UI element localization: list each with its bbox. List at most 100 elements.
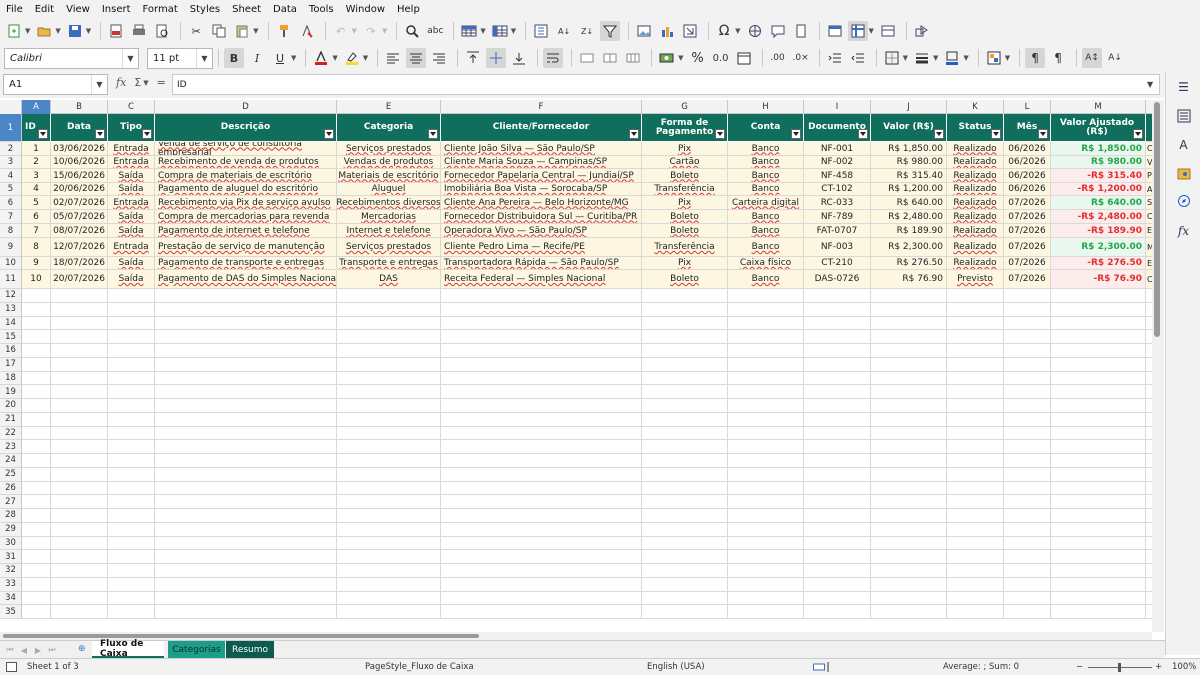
table-cell-data[interactable]: 20/07/2026 bbox=[51, 270, 108, 289]
table-cell-status[interactable]: Realizado bbox=[947, 183, 1004, 196]
table-cell-forma[interactable]: Boleto bbox=[642, 270, 728, 289]
empty-cell[interactable] bbox=[155, 371, 337, 386]
empty-cell[interactable] bbox=[441, 412, 642, 427]
table-cell-valor[interactable]: R$ 315.40 bbox=[871, 169, 947, 183]
empty-cell[interactable] bbox=[871, 481, 947, 496]
empty-cell[interactable] bbox=[51, 385, 108, 399]
table-cell-categoria[interactable]: Aluguel bbox=[337, 183, 441, 196]
empty-cell[interactable] bbox=[51, 481, 108, 496]
empty-cell[interactable] bbox=[947, 564, 1004, 578]
zoom-level[interactable]: 100% bbox=[1172, 662, 1196, 672]
empty-cell[interactable] bbox=[947, 577, 1004, 592]
empty-cell[interactable] bbox=[947, 536, 1004, 551]
empty-cell[interactable] bbox=[1004, 399, 1051, 413]
empty-cell[interactable] bbox=[728, 536, 804, 551]
empty-cell[interactable] bbox=[871, 522, 947, 537]
table-cell-descricao[interactable]: Compra de mercadorias para revenda bbox=[155, 210, 337, 224]
row-header[interactable]: 10 bbox=[0, 257, 22, 270]
print-preview-icon[interactable] bbox=[152, 21, 172, 41]
empty-cell[interactable] bbox=[642, 357, 728, 372]
sort-ascending-icon[interactable]: A↓ bbox=[554, 21, 574, 41]
empty-cell[interactable] bbox=[642, 302, 728, 317]
empty-cell[interactable] bbox=[947, 495, 1004, 509]
number-format-icon[interactable]: 0.0 bbox=[711, 48, 731, 68]
table-cell-status[interactable]: Realizado bbox=[947, 156, 1004, 169]
autofilter-button-icon[interactable] bbox=[428, 129, 438, 139]
row-header[interactable]: 25 bbox=[0, 467, 22, 482]
menu-window[interactable]: Window bbox=[346, 4, 385, 15]
empty-cell[interactable] bbox=[1051, 357, 1146, 372]
empty-cell[interactable] bbox=[947, 302, 1004, 317]
table-cell-tipo[interactable]: Saída bbox=[108, 210, 155, 224]
empty-cell[interactable] bbox=[642, 289, 728, 303]
empty-cell[interactable] bbox=[337, 550, 441, 564]
row-header[interactable]: 32 bbox=[0, 564, 22, 578]
column-header-j[interactable]: J bbox=[871, 100, 947, 114]
table-cell-documento[interactable]: CT-210 bbox=[804, 257, 871, 270]
row-header[interactable]: 35 bbox=[0, 605, 22, 619]
table-cell-status[interactable]: Realizado bbox=[947, 210, 1004, 224]
row-header[interactable]: 20 bbox=[0, 399, 22, 413]
row-header[interactable]: 15 bbox=[0, 330, 22, 344]
empty-cell[interactable] bbox=[337, 605, 441, 619]
table-cell-tipo[interactable]: Entrada bbox=[108, 238, 155, 257]
empty-cell[interactable] bbox=[947, 399, 1004, 413]
select-all-corner[interactable] bbox=[0, 100, 22, 114]
currency-dropdown-icon[interactable]: ▼ bbox=[678, 54, 683, 62]
sort-descending-icon[interactable]: Z↓ bbox=[577, 21, 597, 41]
table-cell-id[interactable]: 3 bbox=[22, 169, 51, 183]
align-center-icon[interactable] bbox=[406, 48, 427, 68]
empty-cell[interactable] bbox=[108, 330, 155, 344]
table-cell-mes[interactable]: 07/2026 bbox=[1004, 196, 1051, 210]
table-cell-forma[interactable]: Boleto bbox=[642, 169, 728, 183]
empty-cell[interactable] bbox=[22, 591, 51, 606]
empty-cell[interactable] bbox=[728, 454, 804, 468]
redo-icon[interactable]: ↷ bbox=[361, 21, 381, 41]
row-header[interactable]: 28 bbox=[0, 509, 22, 523]
empty-cell[interactable] bbox=[642, 412, 728, 427]
empty-cell[interactable] bbox=[337, 467, 441, 482]
empty-cell[interactable] bbox=[642, 522, 728, 537]
first-sheet-icon[interactable]: ⏮ bbox=[4, 644, 16, 656]
column-header-m[interactable]: M bbox=[1051, 100, 1146, 114]
empty-cell[interactable] bbox=[871, 289, 947, 303]
table-cell-documento[interactable]: NF-458 bbox=[804, 169, 871, 183]
empty-cell[interactable] bbox=[22, 440, 51, 454]
table-cell-cliente[interactable]: Cliente João Silva — São Paulo/SP bbox=[441, 142, 642, 156]
text-direction-rtl-icon[interactable]: ¶ bbox=[1048, 48, 1068, 68]
empty-cell[interactable] bbox=[804, 550, 871, 564]
table-cell-id[interactable]: 9 bbox=[22, 257, 51, 270]
empty-cell[interactable] bbox=[947, 330, 1004, 344]
empty-cell[interactable] bbox=[1051, 522, 1146, 537]
empty-cell[interactable] bbox=[642, 550, 728, 564]
table-cell-documento[interactable]: DAS-0726 bbox=[804, 270, 871, 289]
table-cell-valor[interactable]: R$ 2,480.00 bbox=[871, 210, 947, 224]
empty-cell[interactable] bbox=[22, 371, 51, 386]
menu-insert[interactable]: Insert bbox=[102, 4, 131, 15]
table-cell-id[interactable]: 2 bbox=[22, 156, 51, 169]
row-header[interactable]: 24 bbox=[0, 454, 22, 468]
table-cell-valor[interactable]: R$ 276.50 bbox=[871, 257, 947, 270]
row-header[interactable]: 11 bbox=[0, 270, 22, 289]
empty-cell[interactable] bbox=[642, 467, 728, 482]
empty-cell[interactable] bbox=[728, 344, 804, 358]
formula-equals-icon[interactable]: = bbox=[157, 76, 166, 89]
header-cell-documento[interactable]: Documento bbox=[804, 114, 871, 142]
empty-cell[interactable] bbox=[441, 357, 642, 372]
empty-cell[interactable] bbox=[51, 564, 108, 578]
table-cell-conta[interactable]: Banco bbox=[728, 224, 804, 238]
empty-cell[interactable] bbox=[155, 495, 337, 509]
empty-cell[interactable] bbox=[441, 302, 642, 317]
table-cell-valor[interactable]: R$ 980.00 bbox=[871, 156, 947, 169]
align-middle-icon[interactable] bbox=[486, 48, 507, 68]
empty-cell[interactable] bbox=[1004, 467, 1051, 482]
empty-cell[interactable] bbox=[804, 481, 871, 496]
table-cell-valor[interactable]: R$ 76.90 bbox=[871, 270, 947, 289]
autofilter-button-icon[interactable] bbox=[95, 129, 105, 139]
header-cell-id[interactable]: ID bbox=[22, 114, 51, 142]
zoom-out-icon[interactable]: − bbox=[1076, 662, 1083, 672]
table-cell-cliente[interactable]: Transportadora Rápida — São Paulo/SP bbox=[441, 257, 642, 270]
empty-cell[interactable] bbox=[728, 440, 804, 454]
empty-cell[interactable] bbox=[947, 481, 1004, 496]
table-cell-valor[interactable]: R$ 189.90 bbox=[871, 224, 947, 238]
